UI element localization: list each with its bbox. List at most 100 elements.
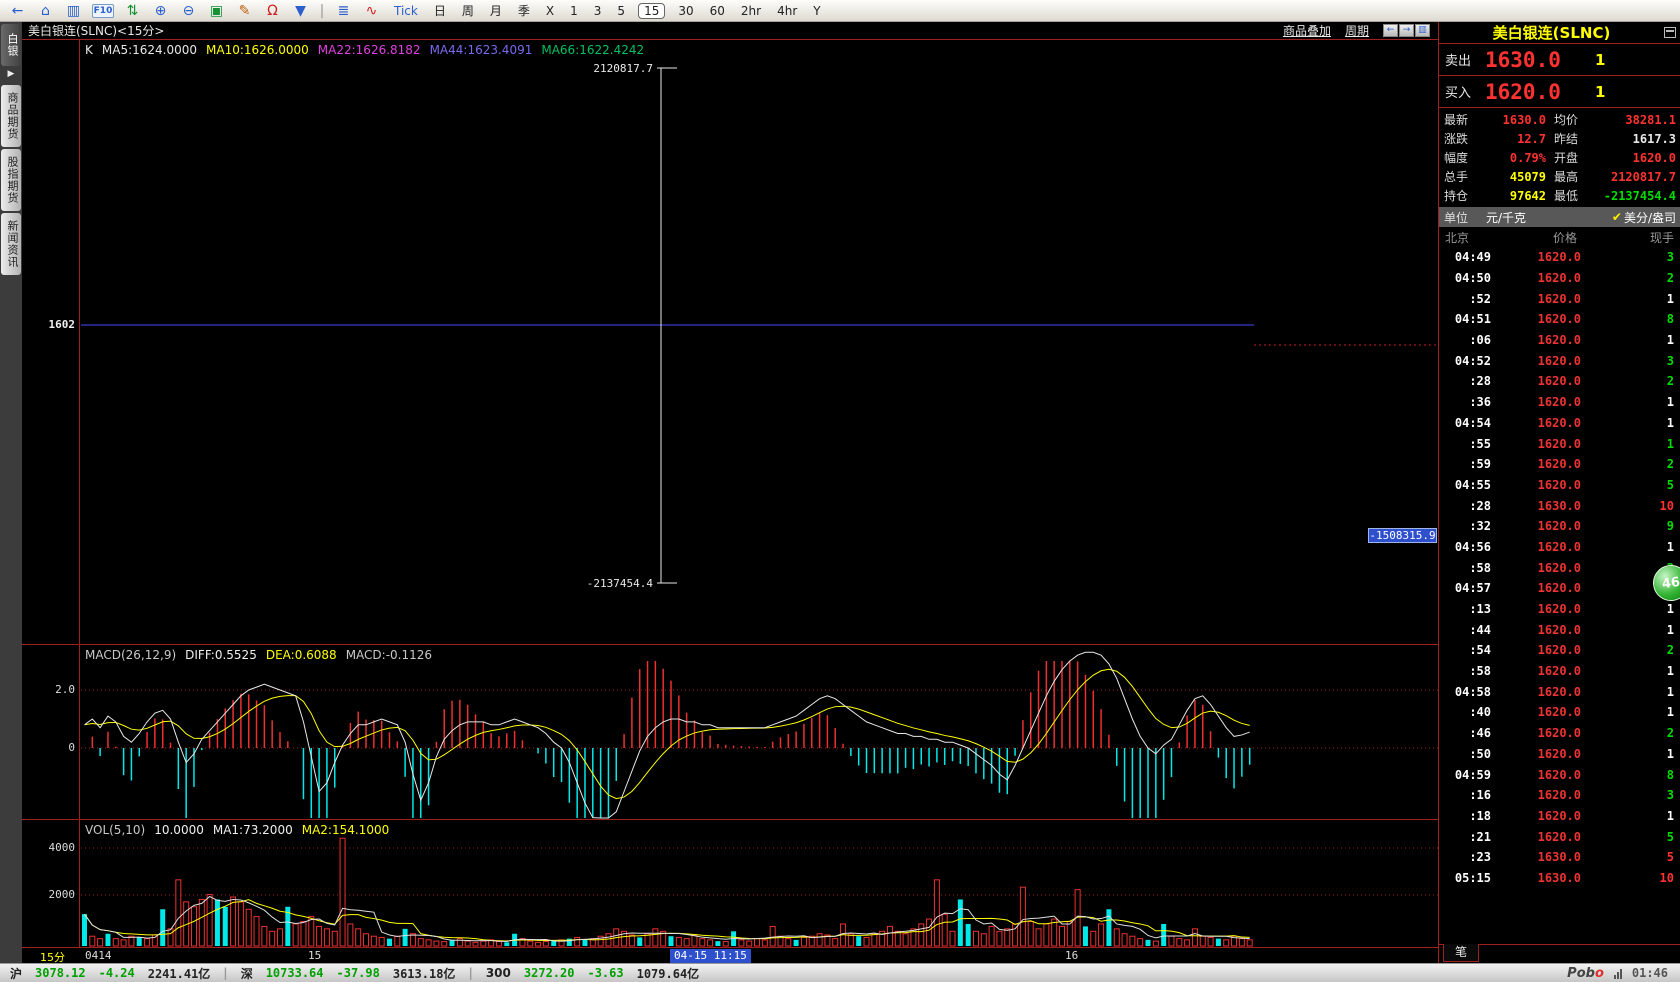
tick-row[interactable]: 04:561620.01 [1439,537,1680,558]
stat-label: 最新 [1444,111,1480,128]
back-icon[interactable]: ← [8,1,27,21]
stat-label: 幅度 [1444,149,1480,166]
macd-panel[interactable]: 2.00 MACD(26,12,9)DIFF:0.5525DEA:0.6088M… [22,645,1438,820]
book-icon[interactable]: ▥ [64,1,83,21]
period-button-季[interactable]: 季 [515,1,533,20]
f10-icon[interactable]: F10 [92,4,114,18]
quote-list-icon[interactable]: ≣ [334,1,353,21]
split-window-button[interactable]: ▥ [1415,24,1430,37]
tick-row[interactable]: 04:501620.02 [1439,268,1680,289]
sidebar-tab-1[interactable]: 股指期货 [1,149,21,211]
period-button-60[interactable]: 60 [707,3,728,19]
refresh-arrows-icon[interactable]: ⇅ [123,1,142,21]
period-button-30[interactable]: 30 [675,3,696,19]
ask-price: 1630.0 [1485,48,1595,72]
svg-text:-2137454.4: -2137454.4 [587,577,654,590]
period-button-4hr[interactable]: 4hr [774,3,800,19]
tick-row[interactable]: :211620.05 [1439,826,1680,847]
unit-row[interactable]: 单位 元/千克 ✔ 美分/盎司 [1439,207,1680,227]
period-button-2hr[interactable]: 2hr [738,3,764,19]
period-button-3[interactable]: 3 [591,3,605,19]
sidebar-tab-active[interactable]: 白银 [1,24,21,66]
period-button-Tick[interactable]: Tick [391,3,421,19]
period-link[interactable]: 周期 [1345,22,1369,39]
tick-qty: 1 [1581,705,1674,719]
bid-row[interactable]: 买入 1620.0 1 [1439,76,1680,108]
kline-chart[interactable]: 2120817.7-2137454.4 [81,40,1438,645]
tick-price: 1620.0 [1491,292,1581,306]
tick-row[interactable]: 04:541620.01 [1439,413,1680,434]
macd-chart[interactable] [81,645,1438,820]
tick-row[interactable]: :461620.02 [1439,723,1680,744]
unit-right-option[interactable]: 美分/盎司 [1624,209,1676,226]
volume-panel[interactable]: 40002000 VOL(5,10)10.0000MA1:73.2000MA2:… [22,820,1438,948]
index-value: 3078.12 [35,966,86,980]
tick-row[interactable]: :521620.01 [1439,288,1680,309]
tick-row[interactable]: :441620.01 [1439,619,1680,640]
zoom-in-icon[interactable]: ⊕ [151,1,170,21]
stat-row: 总手45079最高2120817.7 [1439,167,1680,186]
tick-row[interactable]: :501620.01 [1439,744,1680,765]
tick-row[interactable]: 04:511620.08 [1439,309,1680,330]
tick-row[interactable]: 04:591620.08 [1439,764,1680,785]
tick-row[interactable]: :401620.01 [1439,702,1680,723]
period-button-Y[interactable]: Y [810,3,823,19]
tick-row[interactable]: :061620.01 [1439,330,1680,351]
kline-panel[interactable]: 1602 2120817.7-2137454.4 KMA5:1624.0000M… [22,40,1438,645]
tick-row[interactable]: :161620.03 [1439,785,1680,806]
tick-list[interactable]: 04:491620.0304:501620.02:521620.0104:511… [1439,247,1680,888]
expand-arrow-icon[interactable]: ▶ [0,69,22,79]
funnel-icon[interactable]: ▼ [291,1,310,21]
tick-row[interactable]: 05:151630.010 [1439,868,1680,889]
tick-time: :28 [1439,374,1491,388]
y-axis-label: 2000 [49,888,76,901]
period-button-X[interactable]: X [543,3,557,19]
restore-window-icon[interactable] [1664,27,1676,38]
scroll-right-button[interactable]: → [1399,24,1414,37]
tick-row[interactable]: :581620.01 [1439,661,1680,682]
home-icon[interactable]: ⌂ [36,1,55,21]
tick-row[interactable]: :591620.02 [1439,454,1680,475]
unit-left-option[interactable]: 元/千克 [1486,209,1526,226]
bi-tab[interactable]: 笔 [1443,944,1479,962]
tick-row[interactable]: :231630.05 [1439,847,1680,868]
volume-chart[interactable] [81,820,1438,948]
sidebar-tab-0[interactable]: 商品期货 [1,85,21,147]
tick-row[interactable]: :541620.02 [1439,640,1680,661]
tick-row[interactable]: :281620.02 [1439,371,1680,392]
period-button-月[interactable]: 月 [487,1,505,20]
tick-row[interactable]: :281630.010 [1439,495,1680,516]
index-name[interactable]: 深 [241,965,253,982]
layers-icon[interactable]: ▣ [207,1,226,21]
tick-row[interactable]: 04:491620.03 [1439,247,1680,268]
ask-row[interactable]: 卖出 1630.0 1 [1439,44,1680,76]
separator: | [223,966,227,980]
index-name[interactable]: 300 [486,966,511,980]
period-button-15[interactable]: 15 [638,3,665,19]
tick-row[interactable]: 04:571620.01 [1439,578,1680,599]
tick-row[interactable]: :321620.09 [1439,516,1680,537]
tick-row[interactable]: 04:581620.01 [1439,681,1680,702]
tick-price: 1620.0 [1491,250,1581,264]
tick-row[interactable]: :551620.01 [1439,433,1680,454]
scroll-left-button[interactable]: ← [1383,24,1398,37]
period-button-周[interactable]: 周 [459,1,477,20]
overlay-link[interactable]: 商品叠加 [1283,22,1331,39]
tick-qty: 1 [1581,685,1674,699]
zoom-out-icon[interactable]: ⊖ [179,1,198,21]
period-button-1[interactable]: 1 [567,3,581,19]
tick-row[interactable]: 04:521620.03 [1439,350,1680,371]
tick-row[interactable]: :181620.01 [1439,806,1680,827]
left-tab-strip: 白银 ▶ 商品期货股指期货新闻资讯 [0,22,22,963]
edit-icon[interactable]: ✎ [235,1,254,21]
sidebar-tab-2[interactable]: 新闻资讯 [1,213,21,275]
bell-icon[interactable]: Ω [263,1,282,21]
period-button-5[interactable]: 5 [614,3,628,19]
period-button-日[interactable]: 日 [431,1,449,20]
tick-row[interactable]: 04:551620.05 [1439,475,1680,496]
tick-row[interactable]: :361620.01 [1439,392,1680,413]
tick-row[interactable]: :581620.02 [1439,557,1680,578]
index-name[interactable]: 沪 [10,965,22,982]
chart-line-icon[interactable]: ∿ [362,1,381,21]
tick-row[interactable]: :131620.01 [1439,599,1680,620]
